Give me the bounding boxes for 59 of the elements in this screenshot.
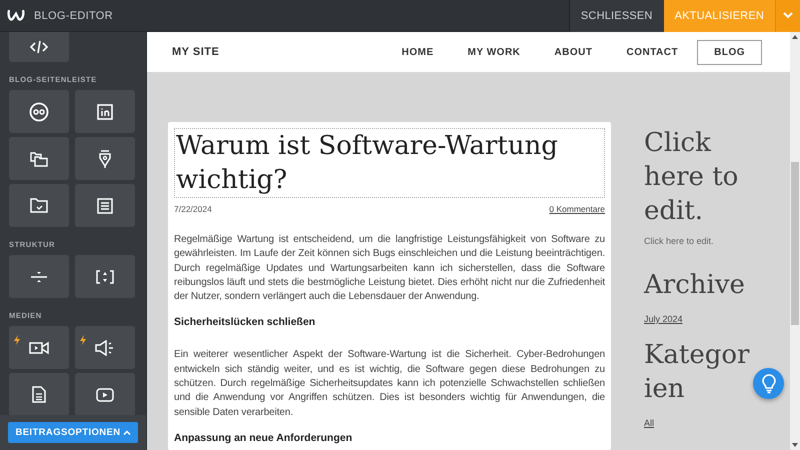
element-tile[interactable] xyxy=(9,326,69,369)
lightning-icon xyxy=(14,335,20,345)
widget-text[interactable]: Click here to edit. xyxy=(644,236,764,246)
help-button[interactable] xyxy=(753,368,784,399)
element-tile[interactable] xyxy=(75,184,135,227)
linkedin-icon xyxy=(97,104,113,120)
editor-title: BLOG-EDITOR xyxy=(34,10,113,22)
comments-link[interactable]: 0 Kommentare xyxy=(549,204,605,214)
close-button[interactable]: SCHLIESSEN xyxy=(568,0,664,32)
nav-link[interactable]: MY WORK xyxy=(452,40,536,64)
logo-icon xyxy=(7,8,25,23)
text-lines-icon xyxy=(97,198,113,214)
caret-icon xyxy=(783,12,793,19)
two-dots-circle-icon xyxy=(29,102,49,122)
category-link[interactable]: All xyxy=(644,418,764,428)
play-button-icon xyxy=(96,388,114,402)
element-tile[interactable] xyxy=(75,373,135,415)
post-date: 7/22/2024 xyxy=(174,204,212,214)
section-heading: Anpassung an neue Anforderungen xyxy=(174,432,354,445)
nav-link[interactable]: ABOUT xyxy=(539,40,608,64)
element-tile[interactable] xyxy=(9,373,69,415)
nav-link[interactable]: BLOG xyxy=(697,40,762,64)
pen-nib-icon xyxy=(98,148,112,168)
lightbulb-icon xyxy=(760,374,776,394)
post-title[interactable]: Warum ist Software-Wartung wichtig? xyxy=(174,128,605,198)
caret-up-icon xyxy=(122,430,131,435)
widget-title[interactable]: Click here to edit. xyxy=(644,126,764,228)
nav-link[interactable]: CONTACT xyxy=(611,40,694,64)
nav-link[interactable]: HOME xyxy=(386,40,449,64)
speaker-icon xyxy=(95,340,115,356)
document-icon xyxy=(32,386,46,403)
lightning-icon xyxy=(80,335,86,345)
spacer-icon xyxy=(96,270,114,284)
paragraph: Regelmäßige Wartung ist entscheidend, um die langfristige Leistungsfähigkeit von Software zu gewährleisten. Im Laufe der Zeit können sich Bugs einschleichen und die Leistung beeinträchtigen. Durch regelmäßige Updates und Wartungsarbeiten kann ich sicherstellen, dass die Software reibungslos läuft und stets die bestmögliche Leistung bietet. Dies erhöht nicht nur die Zufriedenheit der Nutzer, sondern verlängert auch die Lebensdauer der Anwendung. xyxy=(174,233,605,304)
archive-title: Archive xyxy=(644,269,746,302)
site-name: MY SITE xyxy=(172,46,220,58)
paragraph: Ein weiterer wesentlicher Aspekt der Software-Wartung ist die Sicherheit. Cyber-Bedrohungen entwickeln sich ständig weiter, und es ist wichtig, die Software gegen diese Bedrohungen zu schützen. Durch regelmäßige Sicherheitsupdates kann ich potenzielle Schwachstellen schließen und die Anwendung vor Angriffen schützen. Dies ist besonders wichtig für Anwendungen, die sensible Daten verarbeiten. xyxy=(174,348,605,420)
dropdown-button[interactable] xyxy=(775,0,800,32)
element-tile[interactable] xyxy=(9,32,69,62)
scroll-up-icon xyxy=(792,35,798,39)
video-camera-icon xyxy=(29,340,49,354)
code-icon xyxy=(30,40,48,54)
section-heading: Sicherheitslücken schließen xyxy=(174,316,316,330)
folder-icon xyxy=(30,198,48,213)
divider-icon xyxy=(30,270,48,282)
element-tile[interactable] xyxy=(9,184,69,227)
archive-link[interactable]: July 2024 xyxy=(644,314,764,324)
element-tile[interactable] xyxy=(75,326,135,369)
scrollbar[interactable] xyxy=(790,32,800,450)
element-tile[interactable] xyxy=(75,255,135,298)
scrollbar-thumb[interactable] xyxy=(791,162,799,325)
categories-title: Kategorien xyxy=(644,339,750,406)
element-tile[interactable] xyxy=(75,90,135,133)
element-tile[interactable] xyxy=(75,137,135,180)
scroll-down-icon xyxy=(792,443,798,447)
element-tile[interactable] xyxy=(9,137,69,180)
folders-icon xyxy=(30,150,48,166)
element-tile[interactable] xyxy=(9,255,69,298)
element-tile[interactable] xyxy=(9,90,69,133)
